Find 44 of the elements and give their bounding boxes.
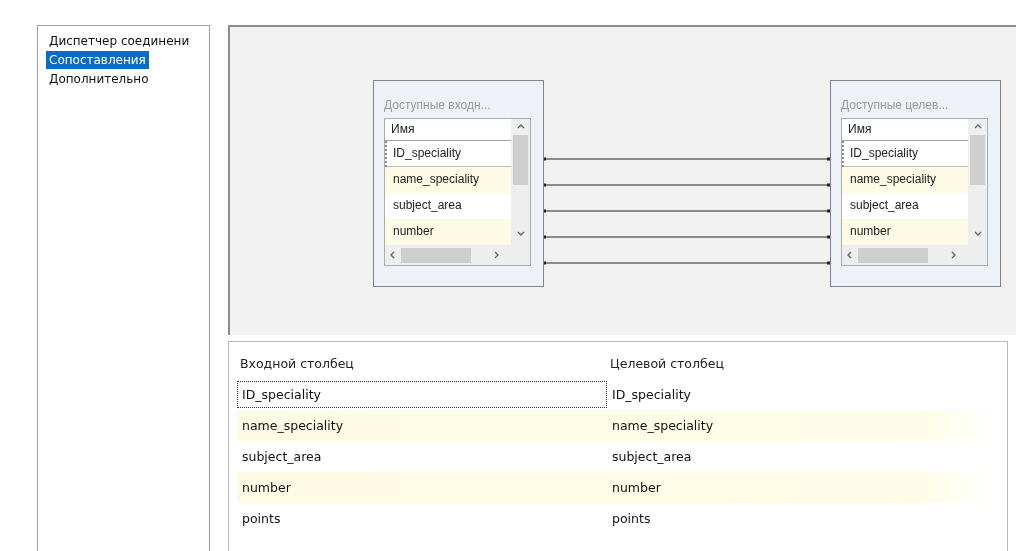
horizontal-scrollbar[interactable] <box>842 245 987 265</box>
down-caret-icon[interactable] <box>516 231 525 237</box>
connector-line[interactable] <box>544 261 830 265</box>
connector-line[interactable] <box>544 209 830 213</box>
box-title: Доступные входн... <box>384 98 492 114</box>
right-caret-icon[interactable] <box>951 251 957 259</box>
down-caret-icon[interactable] <box>973 231 982 237</box>
column-item[interactable]: ID_speciality <box>842 141 968 167</box>
column-heading: Входной столбец <box>239 356 355 371</box>
table-cell[interactable]: name_speciality <box>607 412 977 439</box>
connector-line[interactable] <box>544 235 830 239</box>
table-cell[interactable]: subject_area <box>237 443 607 470</box>
up-caret-icon[interactable] <box>516 123 525 129</box>
column-item[interactable]: number <box>842 219 968 245</box>
column-heading: Целевой столбец <box>609 356 725 371</box>
nav-item[interactable]: Сопоставления <box>46 51 149 69</box>
table-cell[interactable]: ID_speciality <box>237 381 607 408</box>
column-item[interactable]: name_speciality <box>385 167 511 193</box>
left-caret-icon[interactable] <box>389 251 395 259</box>
column-item[interactable]: number <box>385 219 511 245</box>
vertical-scrollbar[interactable] <box>511 119 530 245</box>
table-cell[interactable]: number <box>237 474 607 501</box>
scroll-thumb[interactable] <box>970 135 985 185</box>
vertical-scrollbar[interactable] <box>968 119 987 245</box>
table-cell[interactable]: points <box>607 505 977 532</box>
left-caret-icon[interactable] <box>846 251 852 259</box>
table-cell[interactable]: name_speciality <box>237 412 607 439</box>
scroll-thumb[interactable] <box>858 247 928 263</box>
scroll-thumb[interactable] <box>513 135 528 185</box>
nav-item[interactable]: Диспетчер соединени <box>46 32 193 50</box>
horizontal-scrollbar[interactable] <box>385 245 530 265</box>
connector-line[interactable] <box>544 157 830 161</box>
up-caret-icon[interactable] <box>973 123 982 129</box>
column-item[interactable]: ID_speciality <box>385 141 511 167</box>
table-cell[interactable]: points <box>237 505 607 532</box>
nav-item[interactable]: Дополнительно <box>46 70 152 88</box>
table-cell[interactable]: subject_area <box>607 443 977 470</box>
right-caret-icon[interactable] <box>494 251 500 259</box>
table-cell[interactable]: ID_speciality <box>607 381 977 408</box>
connector-line[interactable] <box>544 183 830 187</box>
scroll-thumb[interactable] <box>401 247 471 263</box>
column-item[interactable]: name_speciality <box>842 167 968 193</box>
box-title: Доступные целев... <box>841 98 950 114</box>
table-cell[interactable]: number <box>607 474 977 501</box>
